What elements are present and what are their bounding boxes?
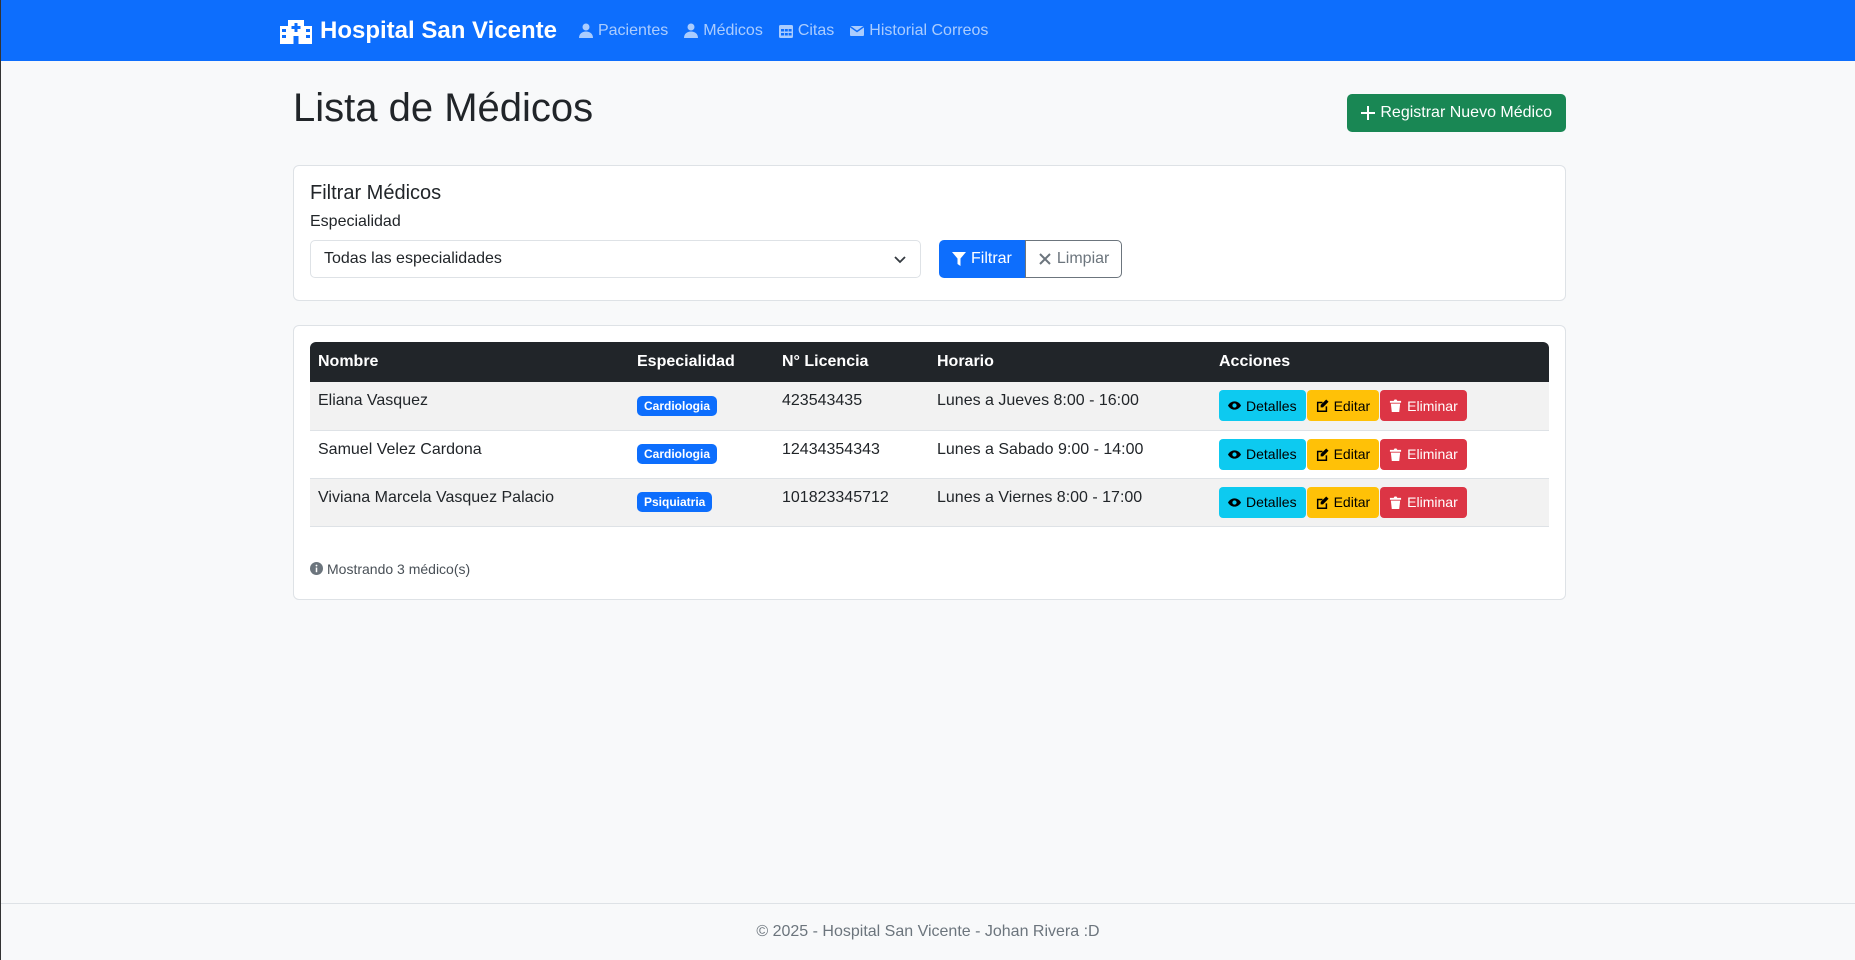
hospital-icon <box>280 19 312 44</box>
edit-icon <box>1316 399 1329 413</box>
specialty-badge: Cardiologia <box>637 444 718 464</box>
row-actions: Detalles Editar Eliminar <box>1219 438 1541 470</box>
specialty-selected-value: Todas las especialidades <box>324 250 502 267</box>
filter-card: Filtrar Médicos Especialidad Todas las e… <box>293 165 1566 301</box>
page-title: Lista de Médicos <box>293 86 594 130</box>
register-doctor-label: Registrar Nuevo Médico <box>1380 104 1552 121</box>
nav-link-historial-correos[interactable]: Historial Correos <box>850 22 988 40</box>
page-header: Lista de Médicos Registrar Nuevo Médico <box>293 80 1566 140</box>
info-circle-icon <box>310 562 323 575</box>
column-header-horario: Horario <box>929 342 1211 382</box>
edit-button[interactable]: Editar <box>1306 438 1380 470</box>
column-header-acciones: Acciones <box>1211 342 1549 382</box>
register-doctor-button[interactable]: Registrar Nuevo Médico <box>1347 94 1566 132</box>
doctors-table: Nombre Especialidad N° Licencia Horario … <box>310 342 1549 527</box>
details-button[interactable]: Detalles <box>1219 438 1306 470</box>
top-navbar: Hospital San Vicente Pacientes Médicos C… <box>1 0 1855 61</box>
plus-icon <box>1361 106 1376 120</box>
chevron-down-icon <box>894 256 906 264</box>
column-header-licencia: N° Licencia <box>774 342 929 382</box>
cell-licencia: 423543435 <box>774 382 929 431</box>
filter-button-label: Filtrar <box>971 250 1012 267</box>
delete-button[interactable]: Eliminar <box>1380 390 1467 422</box>
delete-label: Eliminar <box>1407 494 1458 510</box>
filter-row: Todas las especialidades Filtrar Limpiar <box>310 240 1549 278</box>
specialty-label: Especialidad <box>310 213 401 230</box>
cell-licencia: 12434354343 <box>774 430 929 479</box>
delete-button[interactable]: Eliminar <box>1380 486 1467 518</box>
trash-icon <box>1390 495 1402 509</box>
details-label: Detalles <box>1246 397 1297 414</box>
delete-button[interactable]: Eliminar <box>1380 438 1467 470</box>
delete-label: Eliminar <box>1407 446 1458 462</box>
footer-text: © 2025 - Hospital San Vicente - Johan Ri… <box>756 923 1100 940</box>
cell-nombre: Samuel Velez Cardona <box>310 430 629 479</box>
close-icon <box>1039 253 1051 265</box>
filter-icon <box>952 252 966 266</box>
nav-link-citas[interactable]: Citas <box>778 21 835 40</box>
nav-link-label: Pacientes <box>597 21 669 39</box>
row-actions: Detalles Editar Eliminar <box>1219 486 1541 518</box>
edit-label: Editar <box>1333 494 1371 510</box>
clear-button-label: Limpiar <box>1056 250 1110 267</box>
nav-link-label: Citas <box>797 21 835 39</box>
cell-nombre: Viviana Marcela Vasquez Palacio <box>310 478 629 527</box>
eye-icon <box>1228 401 1241 410</box>
edit-button[interactable]: Editar <box>1306 486 1380 518</box>
user-doctor-icon <box>684 23 699 38</box>
clear-button[interactable]: Limpiar <box>1024 240 1123 278</box>
specialty-badge: Cardiologia <box>637 395 718 416</box>
envelope-icon <box>850 25 865 36</box>
edit-icon <box>1316 495 1329 509</box>
table-row: Eliana Vasquez Cardiologia 423543435 Lun… <box>310 382 1549 431</box>
trash-icon <box>1390 399 1402 413</box>
table-header-row: Nombre Especialidad N° Licencia Horario … <box>310 342 1549 382</box>
results-count: Mostrando 3 médico(s) <box>310 561 1549 577</box>
filter-title: Filtrar Médicos <box>310 182 442 204</box>
results-count-text: Mostrando 3 médico(s) <box>327 560 471 577</box>
user-doctor-icon <box>578 23 593 38</box>
cell-horario: Lunes a Viernes 8:00 - 17:00 <box>929 478 1211 527</box>
filter-button[interactable]: Filtrar <box>939 240 1025 278</box>
calendar-icon <box>778 25 793 38</box>
delete-label: Eliminar <box>1407 397 1458 414</box>
row-actions: Detalles Editar Eliminar <box>1219 390 1541 422</box>
brand-name: Hospital San Vicente <box>320 16 557 44</box>
nav-link-pacientes[interactable]: Pacientes <box>578 21 669 40</box>
cell-horario: Lunes a Jueves 8:00 - 16:00 <box>929 382 1211 431</box>
details-label: Detalles <box>1246 494 1297 510</box>
nav-link-label: Médicos <box>703 21 763 39</box>
nav-link-label: Historial Correos <box>869 21 989 39</box>
table-row: Viviana Marcela Vasquez Palacio Psiquiat… <box>310 478 1549 527</box>
nav-link-medicos[interactable]: Médicos <box>684 22 763 40</box>
edit-label: Editar <box>1333 397 1371 414</box>
details-label: Detalles <box>1246 446 1297 462</box>
column-header-nombre: Nombre <box>310 342 629 382</box>
trash-icon <box>1390 447 1402 461</box>
page-footer: © 2025 - Hospital San Vicente - Johan Ri… <box>1 903 1855 960</box>
edit-label: Editar <box>1333 446 1371 462</box>
cell-licencia: 101823345712 <box>774 478 929 527</box>
details-button[interactable]: Detalles <box>1219 486 1306 518</box>
specialty-badge: Psiquiatria <box>637 492 713 512</box>
brand-link[interactable]: Hospital San Vicente <box>280 17 557 45</box>
details-button[interactable]: Detalles <box>1219 390 1306 422</box>
eye-icon <box>1228 497 1241 507</box>
edit-icon <box>1316 447 1329 461</box>
specialty-select[interactable]: Todas las especialidades <box>310 240 921 278</box>
column-header-especialidad: Especialidad <box>629 342 774 382</box>
cell-horario: Lunes a Sabado 9:00 - 14:00 <box>929 430 1211 479</box>
table-row: Samuel Velez Cardona Cardiologia 1243435… <box>310 430 1549 479</box>
doctors-table-card: Nombre Especialidad N° Licencia Horario … <box>293 325 1566 600</box>
cell-nombre: Eliana Vasquez <box>310 382 629 431</box>
edit-button[interactable]: Editar <box>1306 390 1380 422</box>
eye-icon <box>1228 449 1241 459</box>
